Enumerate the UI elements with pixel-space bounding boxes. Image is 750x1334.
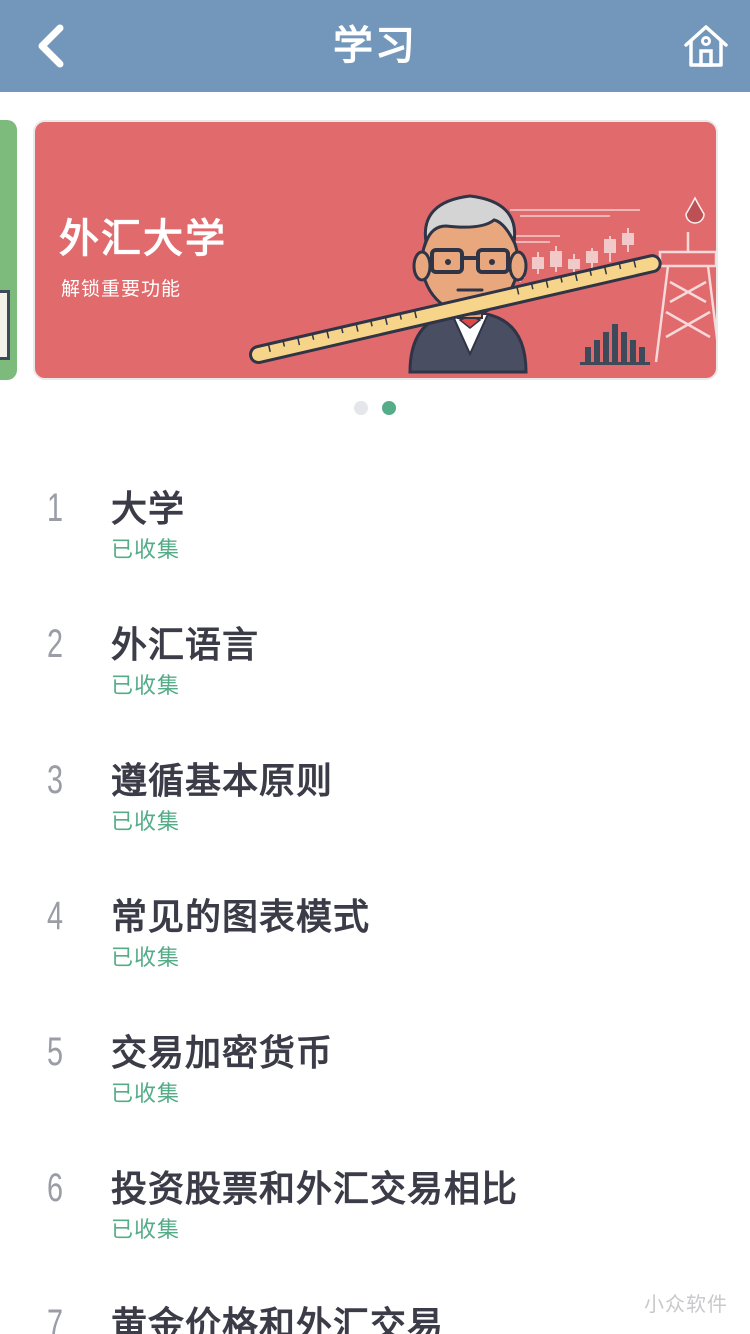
lesson-title: 交易加密货币	[111, 1033, 334, 1074]
previous-banner-card[interactable]	[0, 120, 17, 380]
lesson-number: 5	[46, 1030, 64, 1074]
lesson-title: 外汇语言	[111, 625, 260, 666]
lesson-title: 常见的图表模式	[111, 897, 371, 938]
list-item[interactable]: 2 外汇语言 已收集	[0, 576, 750, 712]
professor-illustration	[249, 194, 716, 374]
list-item[interactable]: 7 黄金价格和外汇交易	[0, 1256, 750, 1334]
lesson-title: 遵循基本原则	[111, 761, 334, 802]
page-dot-2-active[interactable]	[382, 401, 396, 415]
lesson-number: 7	[46, 1302, 64, 1334]
list-item[interactable]: 4 常见的图表模式 已收集	[0, 848, 750, 984]
lesson-status: 已收集	[111, 674, 181, 699]
lesson-status: 已收集	[111, 538, 181, 563]
list-item[interactable]: 6 投资股票和外汇交易相比 已收集	[0, 1120, 750, 1256]
lesson-number: 3	[46, 758, 64, 802]
lesson-number: 1	[46, 486, 64, 530]
lesson-status: 已收集	[111, 1082, 181, 1107]
lesson-status: 已收集	[111, 946, 181, 971]
lesson-title: 黄金价格和外汇交易	[111, 1305, 445, 1334]
lesson-number: 2	[46, 622, 64, 666]
previous-banner-illustration	[0, 290, 10, 360]
banner-carousel[interactable]: 外汇大学 解锁重要功能	[0, 92, 750, 432]
home-button[interactable]	[680, 20, 732, 72]
list-item[interactable]: 1 大学 已收集	[0, 440, 750, 576]
page-dot-1[interactable]	[354, 401, 368, 415]
watermark-text: 小众软件	[644, 1292, 728, 1316]
lesson-title: 投资股票和外汇交易相比	[111, 1169, 519, 1210]
carousel-page-indicator[interactable]	[0, 401, 750, 415]
forex-university-banner[interactable]: 外汇大学 解锁重要功能	[33, 120, 718, 380]
list-item[interactable]: 5 交易加密货币 已收集	[0, 984, 750, 1120]
lesson-title: 大学	[111, 489, 186, 530]
page-title: 学习	[333, 23, 417, 69]
banner-subtitle: 解锁重要功能	[61, 278, 182, 300]
lesson-number: 4	[46, 894, 64, 938]
lesson-status: 已收集	[111, 1218, 181, 1243]
banner-title: 外汇大学	[59, 216, 227, 262]
home-icon	[684, 25, 728, 67]
lesson-number: 6	[46, 1166, 64, 1210]
navigation-bar: 学习	[0, 0, 750, 92]
list-item[interactable]: 3 遵循基本原则 已收集	[0, 712, 750, 848]
lesson-status: 已收集	[111, 810, 181, 835]
lesson-list: 1 大学 已收集 2 外汇语言 已收集 3 遵循基本原则 已收集 4 常见的图表…	[0, 440, 750, 1334]
